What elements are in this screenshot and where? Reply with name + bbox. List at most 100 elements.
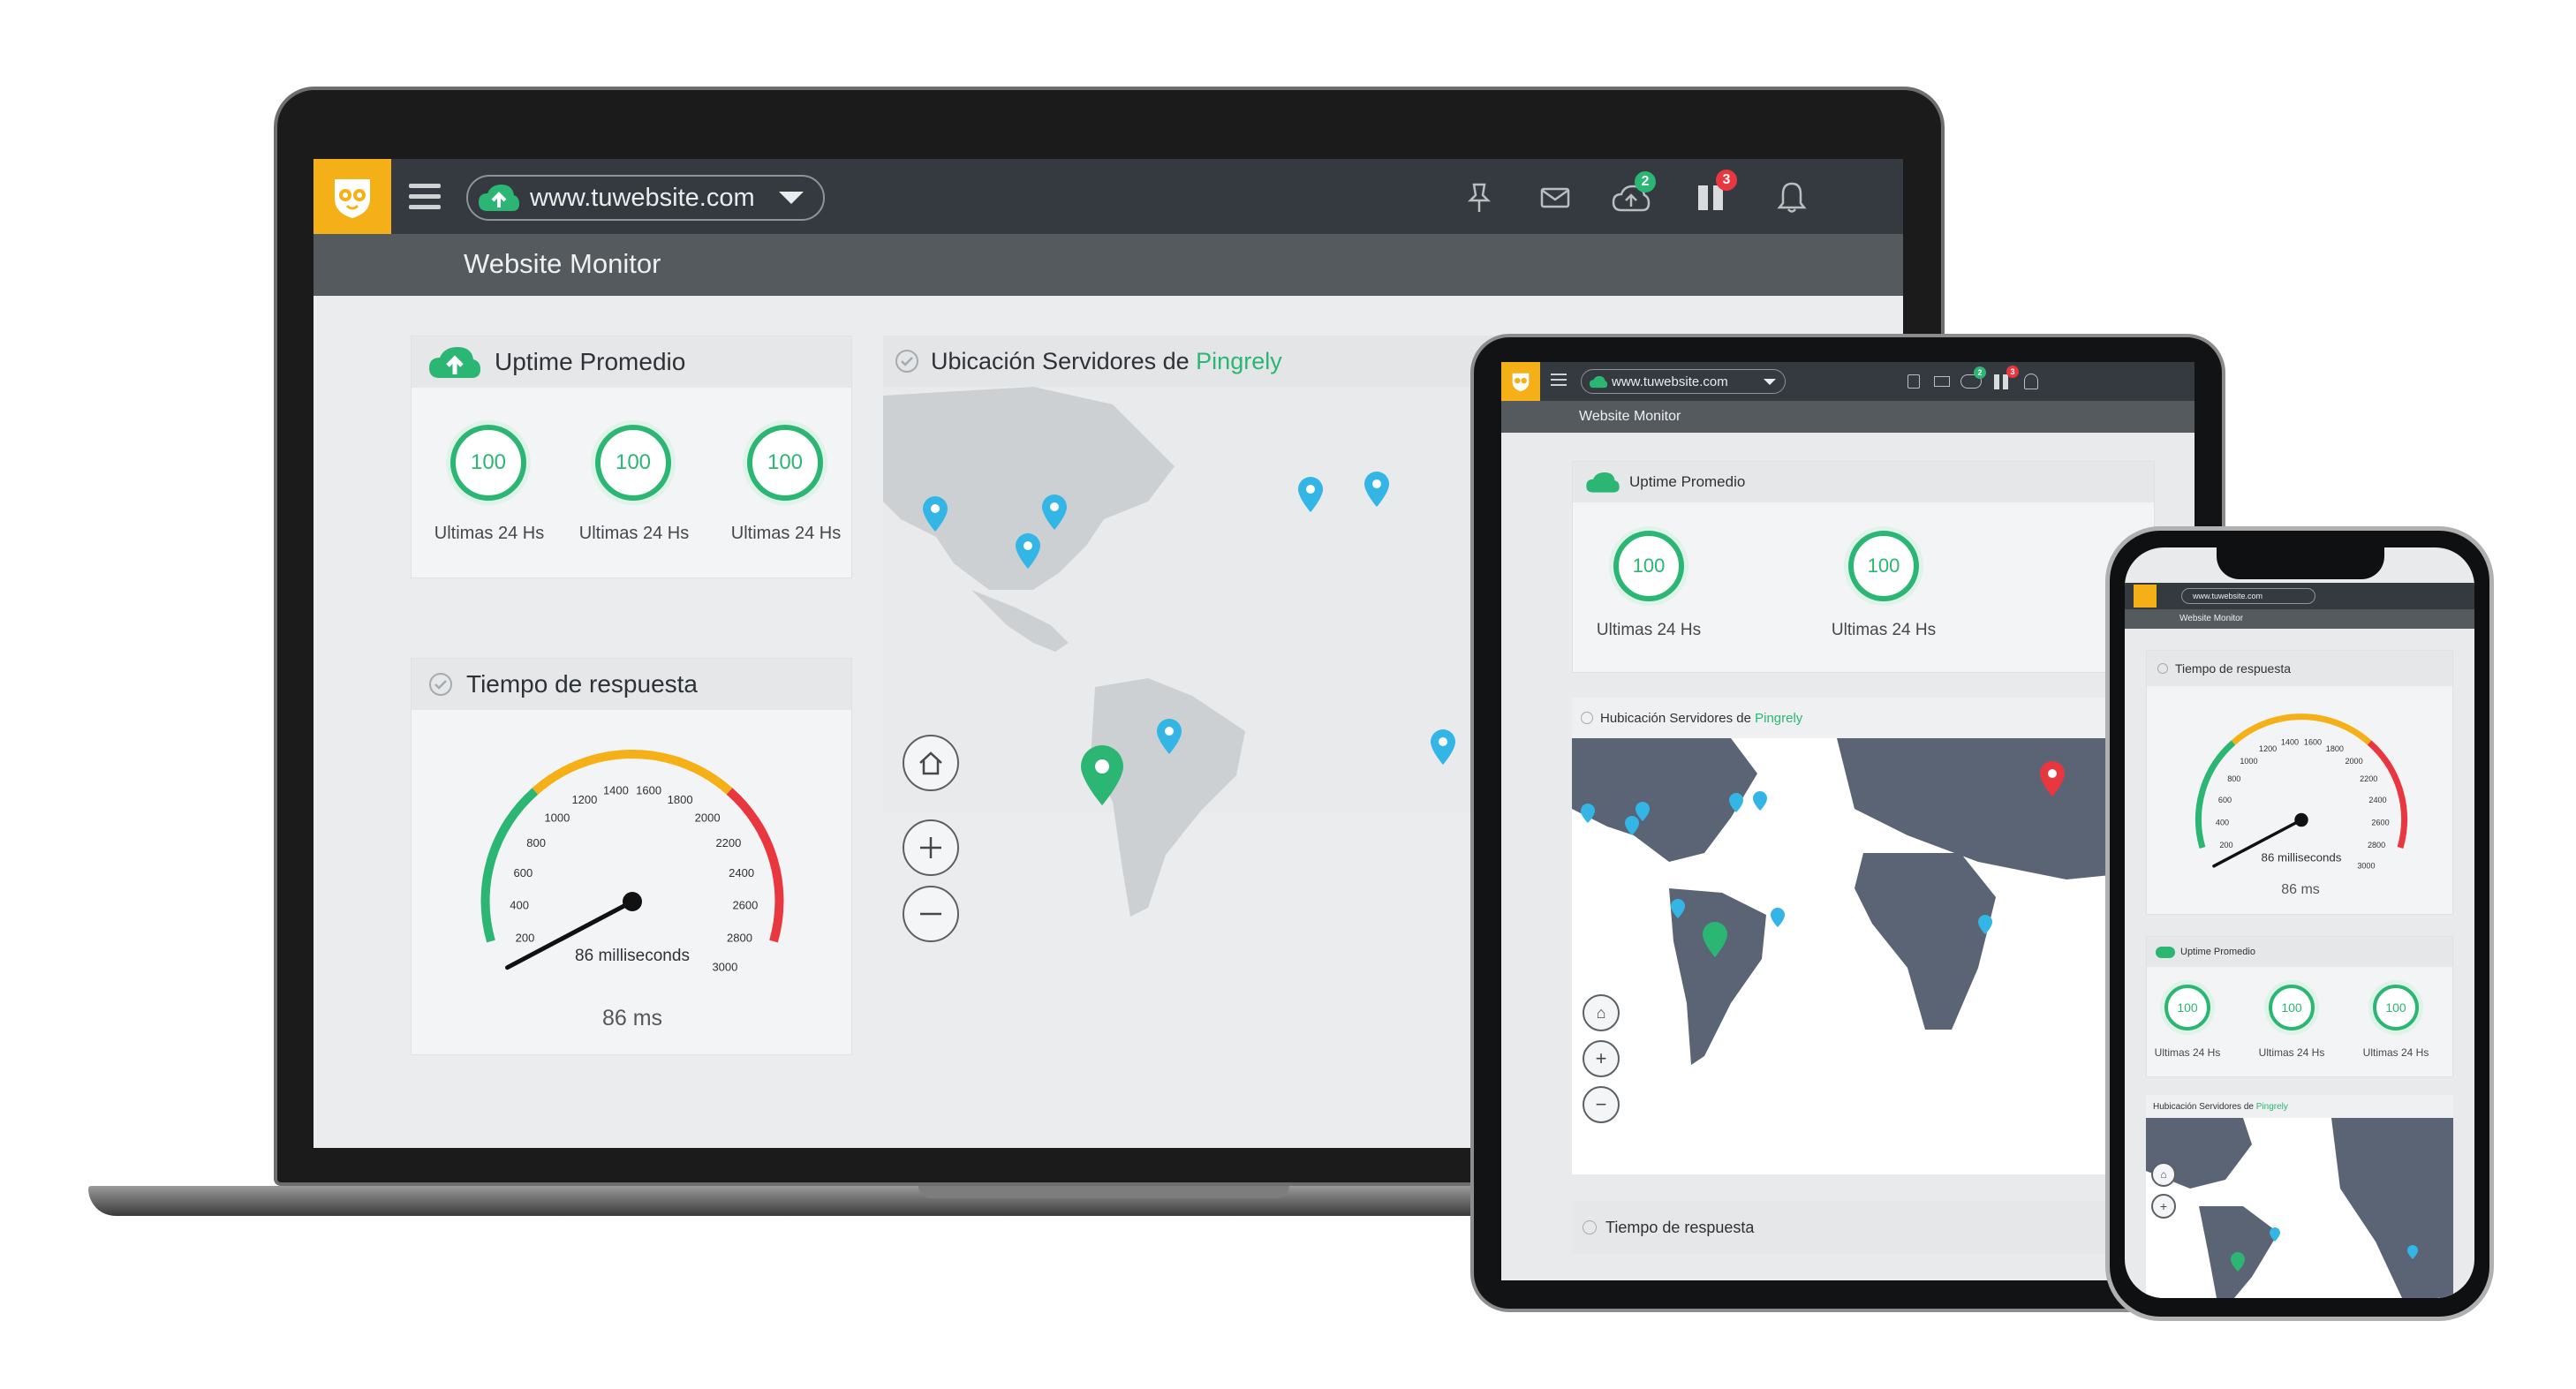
- gauge-tick-label: 1000: [544, 811, 570, 824]
- map-zoom-in-button[interactable]: +: [1583, 1040, 1620, 1077]
- pin-icon[interactable]: [1907, 374, 1920, 389]
- uptime-card-title: Uptime Promedio: [1629, 473, 1746, 490]
- uptime-gauge-3: 100: [747, 425, 823, 501]
- uptime-gauge-2: 100: [2269, 985, 2315, 1030]
- map-zoom-in-button[interactable]: +: [2151, 1194, 2176, 1219]
- gauge-tick-label: 3000: [712, 960, 737, 973]
- uptime-card-title: Uptime Promedio: [2180, 947, 2255, 957]
- map-home-button[interactable]: ⌂: [2151, 1162, 2176, 1187]
- website-selector-dropdown[interactable]: www.tuwebsite.com: [2181, 588, 2315, 604]
- gauge-tick-label: 2600: [732, 899, 758, 912]
- map-header: Hubicación Servidores de Pingrely: [2146, 1095, 2453, 1118]
- uptime-label-3: Ultimas 24 Hs: [2362, 1046, 2429, 1059]
- gauge-tick-label: 600: [2218, 796, 2232, 804]
- uptime-label-1: Ultimas 24 Hs: [434, 524, 545, 543]
- map-zoom-out-button[interactable]: −: [1583, 1086, 1620, 1123]
- uptime-value-3: 100: [767, 450, 804, 474]
- brand-name: Pingrely: [1755, 710, 1803, 726]
- server-marker-blue[interactable]: [1298, 477, 1323, 512]
- gauge-tick-label: 800: [2227, 774, 2240, 783]
- website-selector-dropdown[interactable]: www.tuwebsite.com: [466, 175, 825, 221]
- page-header: Website Monitor: [2125, 609, 2474, 629]
- pin-icon[interactable]: [1460, 180, 1499, 215]
- cloud-upload-icon: [1586, 472, 1620, 493]
- gauge-tick-label: 1400: [603, 783, 629, 796]
- plus-icon: +: [2159, 1199, 2168, 1213]
- cloud-notification-badge: 2: [1974, 366, 1986, 379]
- device-mockup-scene: www.tuwebsite.com 2 3 Website Monitor Up…: [0, 0, 2576, 1389]
- gauge-tick-label: 1200: [2259, 744, 2277, 753]
- paused-monitors-badge: 3: [1716, 170, 1737, 191]
- cloud-notification-badge: 2: [1635, 171, 1656, 192]
- uptime-label-1: Ultimas 24 Hs: [1596, 621, 1702, 639]
- gauge-tick-label: 200: [2219, 841, 2232, 849]
- uptime-gauge-1: 100: [450, 425, 526, 501]
- pause-icon[interactable]: 3: [1691, 170, 1737, 215]
- cloud-upload-icon[interactable]: 2: [1612, 171, 1656, 215]
- hamburger-menu-icon[interactable]: [1551, 374, 1567, 388]
- page-title: Website Monitor: [2179, 614, 2244, 623]
- uptime-label-2: Ultimas 24 Hs: [578, 524, 690, 543]
- gauge-tick-label: 1000: [2240, 757, 2257, 766]
- world-map: [1572, 738, 2155, 1174]
- gauge-tick-label: 2400: [729, 866, 754, 879]
- hamburger-menu-icon[interactable]: [409, 184, 441, 210]
- map-zoom-in-button[interactable]: [903, 819, 959, 876]
- uptime-gauge-2: 100: [595, 425, 671, 501]
- page-header: Website Monitor: [1501, 401, 2195, 433]
- top-navigation-bar: www.tuwebsite.com 2 3: [314, 159, 1903, 234]
- response-card-header: Tiempo de respuesta: [1572, 1201, 2155, 1254]
- website-selector-dropdown[interactable]: www.tuwebsite.com: [1581, 369, 1786, 394]
- check-circle-icon: [895, 350, 918, 373]
- uptime-card-header: Uptime Promedio: [412, 336, 851, 388]
- check-circle-icon: [1583, 1220, 1597, 1234]
- phone-top-bar: www.tuwebsite.com: [2125, 583, 2474, 609]
- server-location-map-panel: Hubicación Servidores de Pingrely ⌂ +: [2146, 1095, 2453, 1298]
- map-zoom-out-button[interactable]: [903, 886, 959, 942]
- response-time-value: 86 ms: [2281, 882, 2320, 897]
- check-circle-icon: [429, 673, 452, 696]
- server-marker-blue[interactable]: [1364, 472, 1389, 507]
- mail-icon[interactable]: [1934, 376, 1950, 387]
- server-marker-blue[interactable]: [1431, 729, 1455, 765]
- map-home-button[interactable]: ⌂: [1583, 994, 1620, 1031]
- gauge-tick-label: 2400: [2368, 796, 2386, 804]
- uptime-gauge-3: 100: [2373, 985, 2419, 1030]
- selected-website-url: www.tuwebsite.com: [1612, 374, 1728, 389]
- chevron-down-icon: [779, 192, 804, 204]
- uptime-card-header: Uptime Promedio: [2147, 937, 2452, 967]
- cloud-upload-icon: [429, 347, 480, 378]
- response-card-header: Tiempo de respuesta: [412, 659, 851, 710]
- gauge-tick-label: 600: [514, 866, 533, 879]
- cloud-upload-icon[interactable]: 2: [1960, 366, 1986, 389]
- plus-icon: +: [1595, 1047, 1607, 1069]
- gauge-tick-label: 2000: [695, 811, 721, 824]
- plus-icon: [920, 837, 941, 858]
- map-header: Hubicación Servidores de Pingrely: [1572, 698, 2155, 738]
- response-card-title: Tiempo de respuesta: [2175, 661, 2291, 676]
- gauge-tick-label: 400: [510, 899, 529, 912]
- pause-icon[interactable]: 3: [1994, 366, 2019, 389]
- world-map: [2146, 1118, 2453, 1298]
- map-home-button[interactable]: [903, 735, 959, 791]
- logo-owl-icon[interactable]: [1501, 362, 1540, 401]
- uptime-gauge-1: 100: [1613, 531, 1684, 601]
- mail-icon[interactable]: [1536, 180, 1575, 215]
- bell-icon[interactable]: [2024, 374, 2038, 389]
- response-card-title: Tiempo de respuesta: [466, 670, 698, 698]
- gauge-tick-label: 1400: [2281, 737, 2299, 746]
- page-title: Website Monitor: [464, 248, 661, 279]
- gauge-tick-label: 1800: [668, 793, 693, 806]
- bell-icon[interactable]: [1772, 180, 1811, 215]
- gauge-caption: 86 milliseconds: [2262, 850, 2342, 864]
- uptime-label-2: Ultimas 24 Hs: [2258, 1046, 2325, 1059]
- cloud-upload-icon: [479, 185, 519, 211]
- gauge-tick-label: 2800: [727, 931, 752, 944]
- logo-owl-icon[interactable]: [314, 159, 391, 234]
- brand-name: Pingrely: [1196, 347, 1282, 374]
- laptop-hinge-notch: [918, 1186, 1289, 1198]
- tablet-screen: www.tuwebsite.com 2 3 Website Monitor Up…: [1501, 362, 2195, 1280]
- home-icon: [919, 751, 942, 775]
- response-time-value: 86 ms: [601, 1006, 663, 1030]
- logo-owl-icon[interactable]: [2134, 585, 2157, 608]
